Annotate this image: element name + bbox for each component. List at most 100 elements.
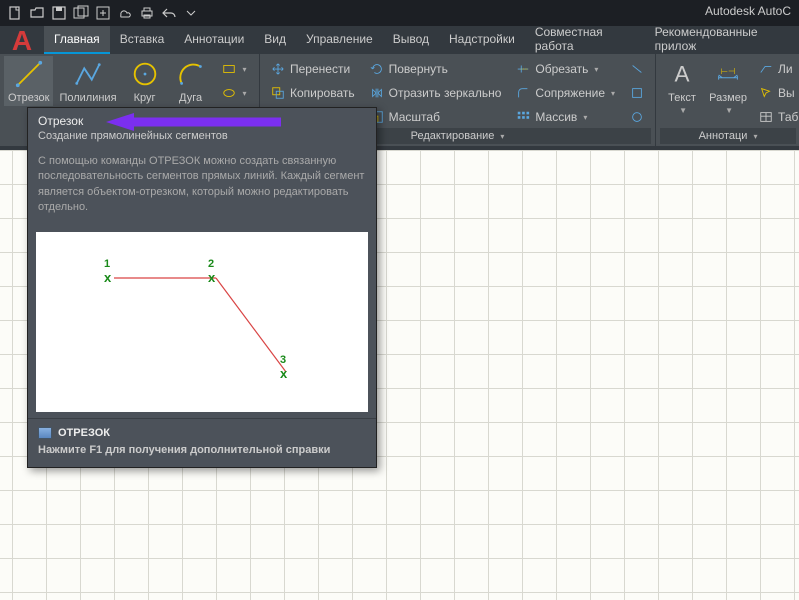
quick-access-toolbar [0, 0, 799, 26]
tooltip-diagram: 1x 2x 3x [36, 232, 368, 412]
fillet-label: Сопряжение [535, 86, 605, 100]
select-icon [758, 85, 774, 101]
line-icon [13, 58, 45, 90]
scale-button[interactable]: Масштаб [363, 106, 508, 128]
chevron-down-icon: ▾ [583, 113, 587, 122]
chevron-down-icon: ▾ [243, 89, 247, 98]
copy-label: Копировать [290, 86, 355, 100]
x-mark-icon: x [280, 366, 287, 381]
tooltip-cmd: ОТРЕЗОК [38, 427, 366, 439]
mirror-icon [369, 85, 385, 101]
app-logo-icon[interactable]: A [4, 26, 40, 56]
text-label: Текст [668, 92, 696, 104]
dimension-button[interactable]: ⊢⊣ Размер▼ [706, 56, 750, 117]
chevron-down-icon: ▾ [753, 132, 757, 141]
arc-label: Дуга [179, 92, 202, 104]
dimension-icon: ⊢⊣ [712, 58, 744, 90]
annotation-arrow-icon [106, 113, 281, 136]
new-icon[interactable] [6, 4, 24, 22]
move-icon [270, 61, 286, 77]
fillet-button[interactable]: Сопряжение ▾ [509, 82, 621, 104]
undo-icon[interactable] [160, 4, 178, 22]
tooltip-hover: Отрезок Создание прямолинейных сегментов… [27, 107, 377, 468]
open-icon[interactable] [28, 4, 46, 22]
polyline-label: Полилиния [59, 92, 116, 104]
draw-extra2-button[interactable]: ▾ [215, 82, 253, 104]
ext3-icon [629, 109, 645, 125]
draw-extra1-button[interactable]: ▾ [215, 58, 253, 80]
table-icon [758, 109, 774, 125]
anno-extra3-label: Таб [778, 110, 798, 124]
move-button[interactable]: Перенести [264, 58, 361, 80]
tooltip-footer: ОТРЕЗОК Нажмите F1 для получения дополни… [28, 418, 376, 467]
x-mark-icon: x [208, 270, 215, 285]
anno-extra3-button[interactable]: Таб [752, 106, 799, 128]
anno-extra1-label: Ли [778, 62, 793, 76]
tooltip-body: С помощью команды ОТРЕЗОК можно создать … [28, 150, 376, 226]
pt1-label: 1 [104, 258, 111, 270]
chevron-down-icon: ▾ [243, 65, 247, 74]
tab-view[interactable]: Вид [254, 26, 296, 54]
tab-annotate[interactable]: Аннотации [174, 26, 254, 54]
trim-icon [515, 61, 531, 77]
chevron-down-icon: ▼ [679, 106, 687, 115]
ribbon-tabs: Главная Вставка Аннотации Вид Управление… [0, 26, 799, 54]
rotate-button[interactable]: Повернуть [363, 58, 508, 80]
annotation-panel-label[interactable]: Аннотаци▾ [660, 128, 796, 144]
print-icon[interactable] [138, 4, 156, 22]
tab-featured[interactable]: Рекомендованные прилож [645, 26, 799, 54]
tooltip-help: Нажмите F1 для получения дополнительной … [38, 443, 366, 457]
copy-button[interactable]: Копировать [264, 82, 361, 104]
rect-icon [221, 61, 237, 77]
mirror-button[interactable]: Отразить зеркально [363, 82, 508, 104]
ellipse-icon [221, 85, 237, 101]
anno-extra2-button[interactable]: Вы [752, 82, 799, 104]
tab-insert[interactable]: Вставка [110, 26, 175, 54]
circle-label: Круг [134, 92, 156, 104]
dimension-label: Размер [709, 92, 747, 104]
svg-text:A: A [675, 62, 690, 87]
tab-manage[interactable]: Управление [296, 26, 383, 54]
line-button[interactable]: Отрезок [4, 56, 53, 106]
svg-text:⊢⊣: ⊢⊣ [721, 66, 736, 76]
ext2-icon [629, 85, 645, 101]
move-label: Перенести [290, 62, 350, 76]
fillet-icon [515, 85, 531, 101]
tab-home[interactable]: Главная [44, 26, 110, 54]
chevron-down-icon: ▾ [611, 89, 615, 98]
circle-icon [129, 58, 161, 90]
array-button[interactable]: Массив ▾ [509, 106, 621, 128]
tab-output[interactable]: Вывод [383, 26, 439, 54]
anno-extra2-label: Вы [778, 86, 795, 100]
polyline-icon [72, 58, 104, 90]
leader-icon [758, 61, 774, 77]
scale-label: Масштаб [389, 110, 440, 124]
modify-extra1-button[interactable] [623, 58, 651, 80]
array-label: Массив [535, 110, 577, 124]
rotate-icon [369, 61, 385, 77]
modify-extra3-button[interactable] [623, 106, 651, 128]
tab-addins[interactable]: Надстройки [439, 26, 525, 54]
app-title: Autodesk AutoC [705, 4, 791, 18]
x-mark-icon: x [104, 270, 111, 285]
save-icon[interactable] [50, 4, 68, 22]
pt3-label: 3 [280, 354, 287, 366]
ext1-icon [629, 61, 645, 77]
tab-collab[interactable]: Совместная работа [525, 26, 645, 54]
text-icon: A [666, 58, 698, 90]
text-button[interactable]: A Текст ▼ [660, 56, 704, 117]
qat-dropdown-icon[interactable] [182, 4, 200, 22]
pt2-label: 2 [208, 258, 215, 270]
rotate-label: Повернуть [389, 62, 448, 76]
chevron-down-icon: ▾ [500, 132, 504, 141]
anno-extra1-button[interactable]: Ли [752, 58, 799, 80]
trim-button[interactable]: Обрезать▾ [509, 58, 621, 80]
copy-icon [270, 85, 286, 101]
saveas-icon[interactable] [72, 4, 90, 22]
chevron-down-icon: ▾ [594, 65, 598, 74]
command-icon [38, 427, 52, 439]
cloud-icon[interactable] [116, 4, 134, 22]
modify-extra2-button[interactable] [623, 82, 651, 104]
mirror-label: Отразить зеркально [389, 86, 502, 100]
app-icon[interactable] [94, 4, 112, 22]
